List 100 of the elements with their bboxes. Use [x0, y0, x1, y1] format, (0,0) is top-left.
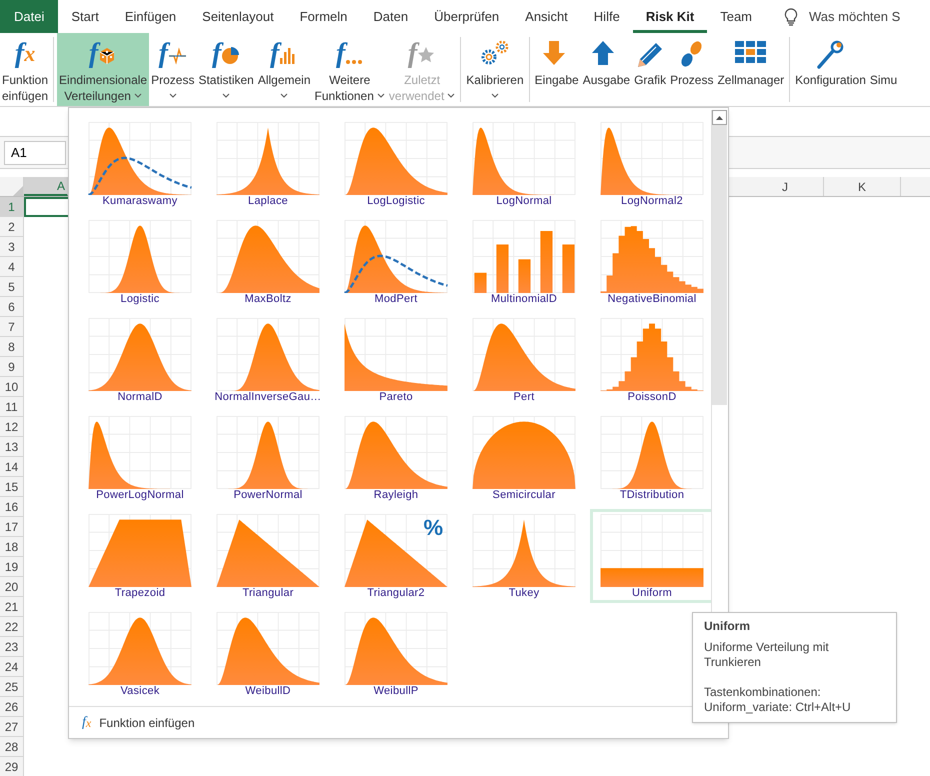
item-label: Tukey: [508, 587, 540, 600]
gallery-item[interactable]: LogLogistic: [334, 117, 458, 211]
ribbon-button[interactable]: f Prozess: [149, 33, 196, 106]
insert-function-button[interactable]: fx Funktion einfügen: [82, 712, 195, 733]
row-header[interactable]: 11: [0, 397, 24, 417]
ribbon-button[interactable]: Ausgabe: [580, 33, 632, 106]
gallery-item[interactable]: Triangular2 %: [334, 509, 458, 603]
row-header[interactable]: 1: [0, 197, 24, 217]
row-header[interactable]: 12: [0, 417, 24, 437]
gallery-item[interactable]: WeibullD: [206, 607, 330, 701]
scroll-up-button[interactable]: [712, 110, 727, 125]
gallery-item[interactable]: WeibullP: [334, 607, 458, 701]
row-header[interactable]: 8: [0, 337, 24, 357]
button-label: Konfiguration: [795, 72, 866, 88]
ribbon-button[interactable]: Grafik: [632, 33, 668, 106]
row-header[interactable]: 25: [0, 677, 24, 697]
row-header[interactable]: 17: [0, 517, 24, 537]
row-header[interactable]: 19: [0, 557, 24, 577]
gallery-item[interactable]: Semicircular: [462, 411, 586, 505]
row-header[interactable]: 2: [0, 217, 24, 237]
row-header[interactable]: 27: [0, 717, 24, 737]
name-box[interactable]: A1: [4, 140, 66, 164]
ribbon-button[interactable]: Prozess: [668, 33, 716, 106]
column-header[interactable]: A: [24, 177, 68, 196]
row-header[interactable]: 7: [0, 317, 24, 337]
gallery-item[interactable]: NormalInverseGau…: [206, 313, 330, 407]
row-header[interactable]: 5: [0, 277, 24, 297]
gallery-item[interactable]: Vasicek: [78, 607, 202, 701]
row-header[interactable]: 24: [0, 657, 24, 677]
row-header[interactable]: 21: [0, 597, 24, 617]
menu-tab[interactable]: Hilfe: [580, 0, 633, 33]
row-header[interactable]: 28: [0, 737, 24, 757]
gallery-item[interactable]: LogNormal2: [590, 117, 714, 211]
item-label: Kumaraswamy: [102, 195, 178, 208]
gallery-item[interactable]: NormalD: [78, 313, 202, 407]
gallery-item[interactable]: Pert: [462, 313, 586, 407]
gallery-item[interactable]: ModPert: [334, 215, 458, 309]
menu-tab[interactable]: Formeln: [286, 0, 360, 33]
row-header[interactable]: 23: [0, 637, 24, 657]
scroll-thumb[interactable]: [712, 125, 727, 405]
row-header[interactable]: 10: [0, 377, 24, 397]
row-header[interactable]: 13: [0, 437, 24, 457]
gallery-item[interactable]: MultinomialD: [462, 215, 586, 309]
button-label: Allgemein: [258, 72, 311, 88]
menu-tab[interactable]: Daten: [360, 0, 422, 33]
menu-tab[interactable]: Ansicht: [512, 0, 581, 33]
button-label: Funktionen: [314, 88, 374, 104]
function-glyph-icon: f: [336, 39, 346, 69]
gallery-item[interactable]: Pareto: [334, 313, 458, 407]
menu-tab[interactable]: Seitenlayout: [189, 0, 287, 33]
gallery-item[interactable]: PowerLogNormal: [78, 411, 202, 505]
gallery-item[interactable]: Tukey: [462, 509, 586, 603]
ribbon-button[interactable]: f Allgemein: [256, 33, 313, 106]
ribbon-button[interactable]: Eingabe: [532, 33, 581, 106]
gallery-item[interactable]: Kumaraswamy: [78, 117, 202, 211]
row-header[interactable]: 14: [0, 457, 24, 477]
row-header[interactable]: 16: [0, 497, 24, 517]
ribbon-button[interactable]: Konfiguration: [793, 33, 868, 106]
button-label: Prozess: [670, 72, 714, 88]
gallery-item[interactable]: Logistic: [78, 215, 202, 309]
gallery-item[interactable]: LogNormal: [462, 117, 586, 211]
gallery-item[interactable]: Rayleigh: [334, 411, 458, 505]
menu-tab[interactable]: Datei: [0, 0, 58, 33]
item-label: NegativeBinomial: [608, 293, 696, 306]
ribbon-button[interactable]: Zellmanager: [715, 33, 786, 106]
row-header[interactable]: 26: [0, 697, 24, 717]
row-header[interactable]: 9: [0, 357, 24, 377]
gallery-item[interactable]: PowerNormal: [206, 411, 330, 505]
row-header[interactable]: 3: [0, 237, 24, 257]
gallery-item[interactable]: NegativeBinomial: [590, 215, 714, 309]
menu-tab[interactable]: Team: [707, 0, 766, 33]
column-header[interactable]: J: [747, 177, 824, 196]
search-field[interactable]: Was möchten S: [809, 6, 930, 26]
row-header[interactable]: 22: [0, 617, 24, 637]
percent-label: %: [423, 516, 443, 540]
row-header[interactable]: 6: [0, 297, 24, 317]
menu-tab[interactable]: Einfügen: [112, 0, 190, 33]
ribbon-button[interactable]: f Statistiken: [196, 33, 256, 106]
row-header[interactable]: 4: [0, 257, 24, 277]
gallery-item[interactable]: MaxBoltz: [206, 215, 330, 309]
row-header[interactable]: 15: [0, 477, 24, 497]
row-header[interactable]: 20: [0, 577, 24, 597]
gallery-item[interactable]: Trapezoid: [78, 509, 202, 603]
gallery-item[interactable]: Laplace: [206, 117, 330, 211]
ribbon-button[interactable]: fx Funktion einfügen: [0, 33, 50, 106]
item-label: TDistribution: [620, 489, 684, 502]
ribbon-button[interactable]: f Weitere Funktionen: [312, 33, 387, 106]
ribbon-button[interactable]: Simu: [868, 33, 900, 106]
ribbon-button[interactable]: Kalibrieren: [464, 33, 526, 106]
row-header[interactable]: 29: [0, 757, 24, 776]
ribbon-button[interactable]: f Eindimensionale Verteilungen: [57, 33, 150, 106]
item-label: LogNormal: [496, 195, 552, 208]
row-header[interactable]: 18: [0, 537, 24, 557]
column-header[interactable]: K: [824, 177, 901, 196]
menu-tab[interactable]: Start: [58, 0, 112, 33]
gallery-item[interactable]: Triangular: [206, 509, 330, 603]
gallery-item[interactable]: TDistribution: [590, 411, 714, 505]
function-glyph-icon: f: [82, 712, 86, 733]
gallery-item[interactable]: PoissonD: [590, 313, 714, 407]
menu-tab[interactable]: Überprüfen: [421, 0, 512, 33]
